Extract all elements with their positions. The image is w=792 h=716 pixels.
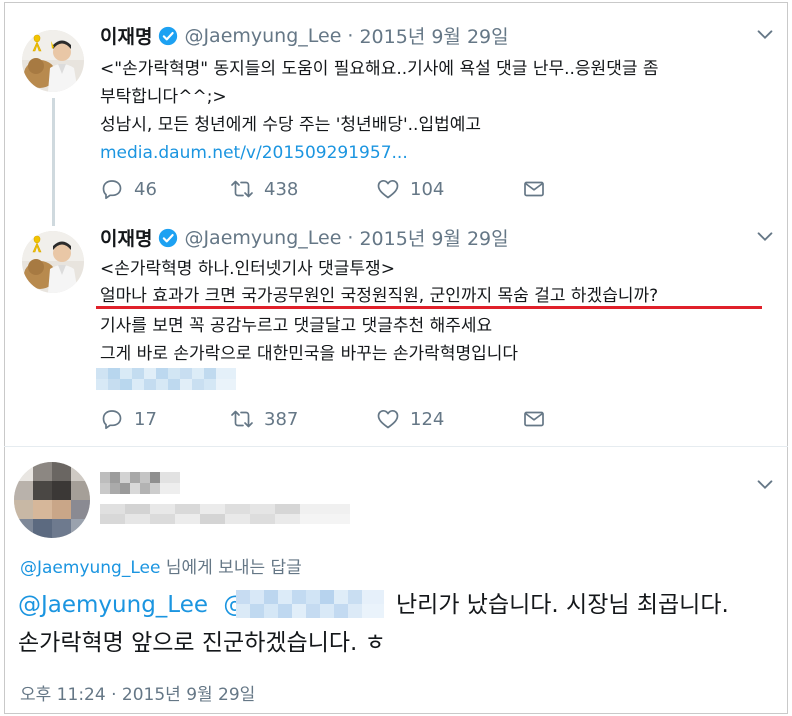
message-button[interactable] bbox=[522, 407, 546, 431]
like-count: 104 bbox=[410, 178, 445, 200]
message-icon bbox=[524, 411, 544, 427]
verified-icon bbox=[158, 26, 178, 46]
display-name[interactable]: 이재명 bbox=[100, 22, 152, 49]
reply-text-line: 손가락혁명 앞으로 진군하겠습니다. ㅎ bbox=[18, 630, 386, 656]
reply-button[interactable]: 46 bbox=[100, 177, 230, 201]
like-button[interactable]: 124 bbox=[376, 407, 522, 431]
mention-link[interactable]: @Jaemyung_Lee bbox=[18, 592, 208, 618]
yellow-ribbon-icon bbox=[32, 235, 42, 253]
tweet-text-line: 그게 바로 손가락으로 대한민국을 바꾸는 손가락혁명입니다 bbox=[100, 344, 519, 364]
separator-dot: · bbox=[347, 226, 354, 249]
retweet-button[interactable]: 387 bbox=[230, 407, 376, 431]
reply-count: 46 bbox=[134, 178, 157, 200]
retweet-button[interactable]: 438 bbox=[230, 177, 376, 201]
tweet-actions: 46 438 104 bbox=[100, 177, 546, 201]
chevron-down-icon[interactable] bbox=[754, 474, 776, 496]
pixelated-mention[interactable] bbox=[236, 590, 384, 618]
verified-icon bbox=[158, 228, 178, 248]
yellow-ribbon-icon bbox=[32, 34, 42, 52]
retweet-icon bbox=[231, 180, 253, 198]
like-icon bbox=[377, 409, 399, 429]
retweet-icon bbox=[231, 410, 253, 428]
chevron-down-icon[interactable] bbox=[754, 226, 776, 248]
tweet-link[interactable]: media.daum.net/v/201509291957... bbox=[100, 140, 408, 166]
separator-dot: · bbox=[347, 24, 354, 47]
tweet-text-line: <손가락혁명 하나.인터넷기사 댓글투쟁> bbox=[100, 259, 395, 279]
tweet-actions: 17 387 124 bbox=[100, 407, 546, 431]
pixelated-handle[interactable] bbox=[100, 504, 350, 524]
avatar[interactable] bbox=[14, 462, 90, 538]
reply-to-suffix: 님에게 보내는 답글 bbox=[165, 558, 302, 578]
pixelated-display-name[interactable] bbox=[100, 472, 180, 494]
pixelated-link[interactable] bbox=[96, 368, 236, 390]
reply-text-line: @Jaemyung_Lee @ bbox=[18, 588, 246, 622]
red-underline bbox=[96, 306, 762, 309]
like-icon bbox=[377, 179, 399, 199]
chevron-down-icon[interactable] bbox=[754, 24, 776, 46]
retweet-count: 438 bbox=[264, 178, 299, 200]
handle[interactable]: @Jaemyung_Lee bbox=[184, 227, 341, 249]
reply-button[interactable]: 17 bbox=[100, 407, 230, 431]
reply-icon bbox=[102, 180, 122, 200]
tweet-date[interactable]: 2015년 9월 29일 bbox=[359, 22, 508, 49]
reply-to-handle[interactable]: @Jaemyung_Lee bbox=[20, 558, 160, 578]
tweet-text-line: 성남시, 모든 청년에게 수당 주는 '청년배당'..입법예고 bbox=[100, 115, 482, 135]
thread-connector bbox=[52, 98, 55, 226]
handle[interactable]: @Jaemyung_Lee bbox=[184, 25, 341, 47]
replying-to: @Jaemyung_Lee 님에게 보내는 답글 bbox=[20, 553, 302, 578]
reply-text-line: 난리가 났습니다. 시장님 최곱니다. bbox=[396, 592, 729, 618]
reply-timestamp[interactable]: 오후 11:24 · 2015년 9월 29일 bbox=[20, 680, 255, 705]
retweet-count: 387 bbox=[264, 408, 299, 430]
tweet-date[interactable]: 2015년 9월 29일 bbox=[359, 224, 508, 251]
reply-count: 17 bbox=[134, 408, 157, 430]
tweet-text-line: <"손가락혁명" 동지들의 도움이 필요해요..기사에 욕설 댓글 난무..응원… bbox=[100, 59, 659, 79]
tweet-header: 이재명 @Jaemyung_Lee · 2015년 9월 29일 bbox=[100, 224, 509, 251]
display-name[interactable]: 이재명 bbox=[100, 224, 152, 251]
tweet-text-line: 기사를 보면 꼭 공감누르고 댓글달고 댓글추천 해주세요 bbox=[100, 316, 493, 336]
divider bbox=[4, 446, 788, 447]
tweet-text-line: 부탁합니다^^;> bbox=[100, 87, 227, 107]
message-button[interactable] bbox=[522, 177, 546, 201]
like-button[interactable]: 104 bbox=[376, 177, 522, 201]
like-count: 124 bbox=[410, 408, 445, 430]
reply-icon bbox=[102, 410, 122, 430]
tweet-header: 이재명 @Jaemyung_Lee · 2015년 9월 29일 bbox=[100, 22, 509, 49]
message-icon bbox=[524, 181, 544, 197]
